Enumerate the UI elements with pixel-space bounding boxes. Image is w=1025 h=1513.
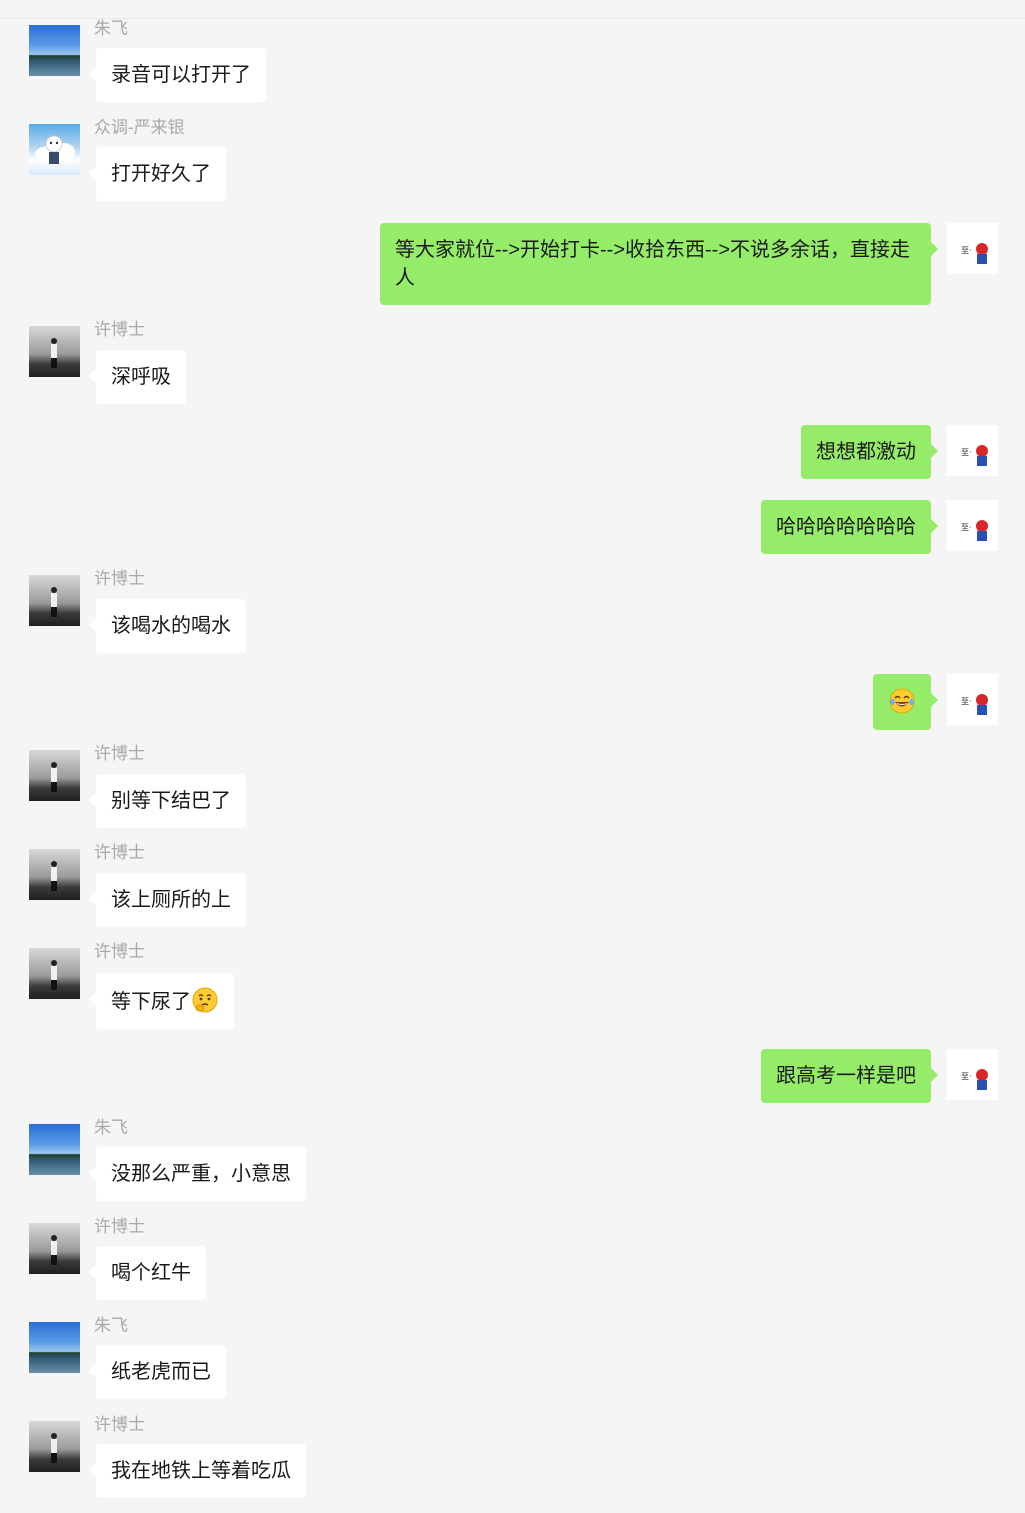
avatar[interactable]: 至·	[947, 500, 998, 551]
avatar[interactable]	[29, 326, 80, 377]
svg-text:至·: 至·	[961, 246, 972, 255]
sender-name: 朱飞	[94, 19, 128, 38]
message-bubble[interactable]: 跟高考一样是吧	[761, 1049, 938, 1103]
avatar[interactable]: 至·	[947, 674, 998, 725]
avatar[interactable]	[29, 575, 80, 626]
sender-name: 许博士	[94, 1415, 145, 1434]
person-figure-icon	[51, 960, 57, 990]
message-bubble[interactable]: 没那么严重，小意思	[89, 1147, 306, 1201]
person-figure-icon	[51, 338, 57, 368]
sender-name: 许博士	[94, 1217, 145, 1236]
avatar[interactable]	[29, 124, 80, 175]
sender-name: 朱飞	[94, 1316, 128, 1335]
message-bubble[interactable]: 该喝水的喝水	[89, 599, 246, 653]
sender-name: 许博士	[94, 569, 145, 588]
svg-text:至·: 至·	[961, 523, 972, 532]
message-bubble[interactable]: 等大家就位-->开始打卡-->收拾东西-->不说多余话，直接走人	[380, 223, 938, 305]
tears-of-joy-emoji-icon	[889, 688, 915, 714]
sender-name: 许博士	[94, 843, 145, 862]
message-bubble[interactable]: 喝个红牛	[89, 1246, 206, 1300]
message-bubble[interactable]: 纸老虎而已	[89, 1345, 226, 1399]
sender-name: 朱飞	[94, 1118, 128, 1137]
person-figure-icon	[51, 1235, 57, 1265]
spiderman-icon: 至·	[961, 243, 988, 264]
sender-name: 许博士	[94, 320, 145, 339]
spiderman-icon: 至·	[961, 694, 988, 715]
avatar[interactable]	[29, 1421, 80, 1472]
spiderman-icon: 至·	[961, 445, 988, 466]
spiderman-icon: 至·	[961, 520, 988, 541]
avatar[interactable]	[29, 948, 80, 999]
avatar[interactable]: 至·	[947, 1049, 998, 1100]
svg-text:至·: 至·	[961, 448, 972, 457]
thinking-face-emoji-icon	[192, 987, 218, 1013]
message-bubble[interactable]: 别等下结巴了	[89, 774, 246, 828]
message-bubble[interactable]: 哈哈哈哈哈哈哈	[761, 500, 938, 554]
cartoon-character-icon	[35, 135, 75, 164]
avatar[interactable]: 至·	[947, 425, 998, 476]
person-figure-icon	[51, 762, 57, 792]
avatar[interactable]	[29, 25, 80, 76]
message-bubble[interactable]: 想想都激动	[801, 425, 938, 479]
person-figure-icon	[51, 587, 57, 617]
spiderman-icon: 至·	[961, 1069, 988, 1090]
message-text: 等下尿了	[111, 991, 191, 1013]
message-bubble[interactable]: 打开好久了	[89, 147, 226, 201]
message-bubble[interactable]: 该上厕所的上	[89, 873, 246, 927]
sender-name: 许博士	[94, 744, 145, 763]
sender-name: 众调-严来银	[94, 118, 185, 137]
svg-text:至·: 至·	[961, 1072, 972, 1081]
avatar[interactable]	[29, 1223, 80, 1274]
svg-text:至·: 至·	[961, 697, 972, 706]
message-bubble[interactable]: 等下尿了	[89, 973, 234, 1029]
top-divider	[0, 18, 1025, 19]
avatar[interactable]	[29, 849, 80, 900]
person-figure-icon	[51, 861, 57, 891]
avatar[interactable]	[29, 1322, 80, 1373]
avatar[interactable]	[29, 1124, 80, 1175]
message-bubble[interactable]: 我在地铁上等着吃瓜	[89, 1444, 306, 1498]
person-figure-icon	[51, 1433, 57, 1463]
avatar[interactable]	[29, 750, 80, 801]
sender-name: 许博士	[94, 942, 145, 961]
message-bubble[interactable]	[873, 674, 938, 730]
avatar[interactable]: 至·	[947, 223, 998, 274]
message-bubble[interactable]: 录音可以打开了	[89, 48, 266, 102]
message-bubble[interactable]: 深呼吸	[89, 350, 186, 404]
